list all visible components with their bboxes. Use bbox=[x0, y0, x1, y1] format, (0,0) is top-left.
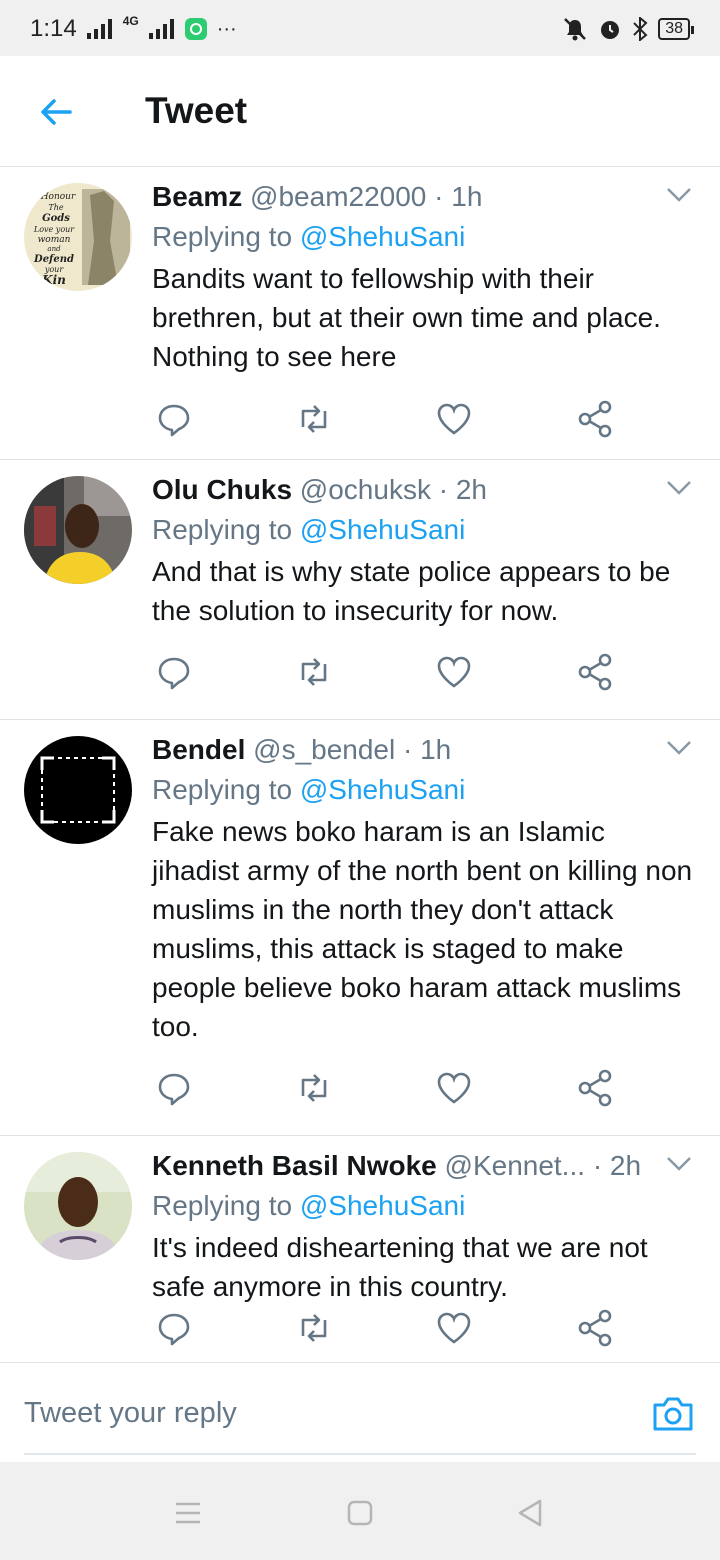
svg-text:Gods: Gods bbox=[42, 213, 70, 224]
tweet-header: Kenneth Basil Nwoke @Kennet... · 2h bbox=[152, 1146, 698, 1186]
status-bar: 1:14 4G ··· 38 bbox=[0, 0, 720, 56]
mention-link[interactable]: @ShehuSani bbox=[300, 774, 465, 805]
back-arrow-icon[interactable] bbox=[36, 92, 76, 132]
mention-link[interactable]: @ShehuSani bbox=[300, 514, 465, 545]
svg-text:Kin: Kin bbox=[41, 273, 66, 287]
reply-input[interactable]: Tweet your reply bbox=[24, 1397, 237, 1430]
input-underline bbox=[24, 1453, 696, 1455]
like-icon[interactable] bbox=[434, 1068, 474, 1108]
share-icon[interactable] bbox=[576, 399, 616, 439]
page-title: Tweet bbox=[145, 90, 248, 131]
author-handle[interactable]: @Kennet... bbox=[445, 1150, 586, 1181]
author-handle[interactable]: @ochuksk bbox=[300, 474, 431, 505]
tweet-time: · 1h bbox=[434, 181, 483, 212]
retweet-icon[interactable] bbox=[294, 399, 334, 439]
replying-to: Replying to @ShehuSani bbox=[152, 1190, 466, 1221]
replying-to: Replying to @ShehuSani bbox=[152, 774, 466, 805]
tweet-text: Bandits want to fellowship with their br… bbox=[152, 263, 661, 372]
share-icon[interactable] bbox=[576, 1308, 616, 1348]
tweet-actions bbox=[152, 652, 622, 692]
chevron-down-icon[interactable] bbox=[666, 480, 692, 496]
top-app-bar: Tweet bbox=[0, 56, 720, 167]
camera-icon[interactable] bbox=[652, 1393, 694, 1433]
reply-composer: Tweet your reply bbox=[0, 1362, 720, 1463]
bluetooth-icon bbox=[633, 17, 648, 41]
recents-menu-icon[interactable] bbox=[173, 1498, 203, 1528]
author-name[interactable]: Olu Chuks bbox=[152, 474, 292, 505]
signal-4g-icon bbox=[148, 19, 174, 39]
avatar-image-bendel bbox=[24, 736, 132, 844]
avatar-image-beamz: Honour The Gods Love your woman and Defe… bbox=[24, 183, 132, 291]
svg-text:Love your: Love your bbox=[33, 225, 75, 234]
reply-icon[interactable] bbox=[154, 1068, 194, 1108]
like-icon[interactable] bbox=[434, 1308, 474, 1348]
avatar-image-kenneth bbox=[24, 1152, 132, 1260]
status-time: 1:14 bbox=[30, 15, 77, 42]
author-name[interactable]: Bendel bbox=[152, 734, 245, 765]
tweet-time: · 2h bbox=[592, 1150, 642, 1181]
reply-icon[interactable] bbox=[154, 652, 194, 692]
chevron-down-icon[interactable] bbox=[666, 740, 692, 756]
retweet-icon[interactable] bbox=[294, 1068, 334, 1108]
back-triangle-icon[interactable] bbox=[515, 1498, 545, 1528]
replies-list[interactable]: Honour The Gods Love your woman and Defe… bbox=[0, 167, 720, 1362]
reply-icon[interactable] bbox=[154, 1308, 194, 1348]
reply-icon[interactable] bbox=[154, 399, 194, 439]
tweet-actions bbox=[152, 399, 622, 439]
mention-link[interactable]: @ShehuSani bbox=[300, 1190, 465, 1221]
tweet-text: And that is why state police appears to … bbox=[152, 556, 671, 626]
author-handle[interactable]: @s_bendel bbox=[253, 734, 395, 765]
chevron-down-icon[interactable] bbox=[666, 1156, 692, 1172]
author-name[interactable]: Kenneth Basil Nwoke bbox=[152, 1150, 437, 1181]
share-icon[interactable] bbox=[576, 652, 616, 692]
replying-to: Replying to @ShehuSani bbox=[152, 514, 466, 545]
tweet-item[interactable]: Bendel @s_bendel · 1h Replying to @Shehu… bbox=[0, 720, 720, 1136]
signal-icon bbox=[86, 19, 112, 39]
tweet-text: It's indeed disheartening that we are no… bbox=[152, 1232, 648, 1302]
svg-text:The: The bbox=[48, 203, 63, 212]
retweet-icon[interactable] bbox=[294, 1308, 334, 1348]
tweet-time: · 2h bbox=[438, 474, 487, 505]
mention-link[interactable]: @ShehuSani bbox=[300, 221, 465, 252]
tweet-item[interactable]: Kenneth Basil Nwoke @Kennet... · 2h Repl… bbox=[0, 1136, 720, 1362]
avatar-image-olu-chuks bbox=[24, 476, 132, 584]
avatar[interactable]: Honour The Gods Love your woman and Defe… bbox=[24, 183, 132, 291]
alarm-icon bbox=[601, 21, 620, 39]
like-icon[interactable] bbox=[434, 652, 474, 692]
tweet-time: · 1h bbox=[403, 734, 452, 765]
author-name[interactable]: Beamz bbox=[152, 181, 242, 212]
avatar[interactable] bbox=[24, 1152, 132, 1260]
chevron-down-icon[interactable] bbox=[666, 187, 692, 203]
svg-text:Defend: Defend bbox=[33, 254, 74, 265]
tweet-item[interactable]: Olu Chuks @ochuksk · 2h Replying to @She… bbox=[0, 460, 720, 720]
avatar[interactable] bbox=[24, 476, 132, 584]
tweet-header: Bendel @s_bendel · 1h bbox=[152, 730, 698, 770]
system-nav-bar bbox=[0, 1462, 720, 1560]
vibrate-off-icon bbox=[564, 18, 587, 41]
tweet-header: Beamz @beam22000 · 1h bbox=[152, 177, 698, 217]
like-icon[interactable] bbox=[434, 399, 474, 439]
home-icon[interactable] bbox=[345, 1498, 375, 1528]
svg-text:woman: woman bbox=[38, 235, 71, 245]
share-icon[interactable] bbox=[576, 1068, 616, 1108]
battery-indicator: 38 bbox=[658, 18, 694, 40]
network-type: 4G bbox=[122, 14, 139, 28]
replying-to: Replying to @ShehuSani bbox=[152, 221, 466, 252]
svg-text:and: and bbox=[47, 245, 61, 253]
tweet-text: Fake news boko haram is an Islamic jihad… bbox=[152, 816, 693, 1042]
tweet-header: Olu Chuks @ochuksk · 2h bbox=[152, 470, 698, 510]
more-notifications-icon: ··· bbox=[216, 17, 237, 40]
avatar[interactable] bbox=[24, 736, 132, 844]
tweet-item[interactable]: Honour The Gods Love your woman and Defe… bbox=[0, 167, 720, 460]
tweet-actions bbox=[152, 1068, 622, 1108]
svg-text:Honour: Honour bbox=[40, 192, 76, 202]
retweet-icon[interactable] bbox=[294, 652, 334, 692]
author-handle[interactable]: @beam22000 bbox=[250, 181, 426, 212]
tweet-actions bbox=[152, 1308, 622, 1348]
app-notification-icon bbox=[184, 18, 207, 40]
